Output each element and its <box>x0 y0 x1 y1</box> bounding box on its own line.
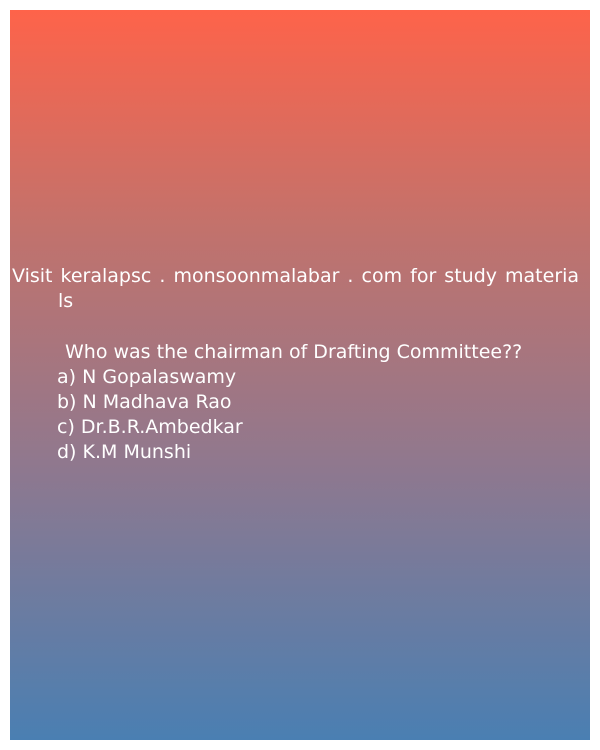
promo-line-2: ls <box>58 290 74 312</box>
answer-options: a) N Gopalaswamy b) N Madhava Rao c) Dr.… <box>57 365 243 465</box>
question-card: Visit keralapsc . monsoonmalabar . com f… <box>10 10 590 740</box>
option-c: c) Dr.B.R.Ambedkar <box>57 416 243 438</box>
option-a: a) N Gopalaswamy <box>57 366 237 388</box>
option-b: b) N Madhava Rao <box>57 391 232 413</box>
promo-line-1: Visit keralapsc . monsoonmalabar . com f… <box>12 265 580 287</box>
question-text: Who was the chairman of Drafting Committ… <box>65 341 523 363</box>
option-d: d) K.M Munshi <box>57 441 192 463</box>
promo-text: Visit keralapsc . monsoonmalabar . com f… <box>12 264 592 314</box>
